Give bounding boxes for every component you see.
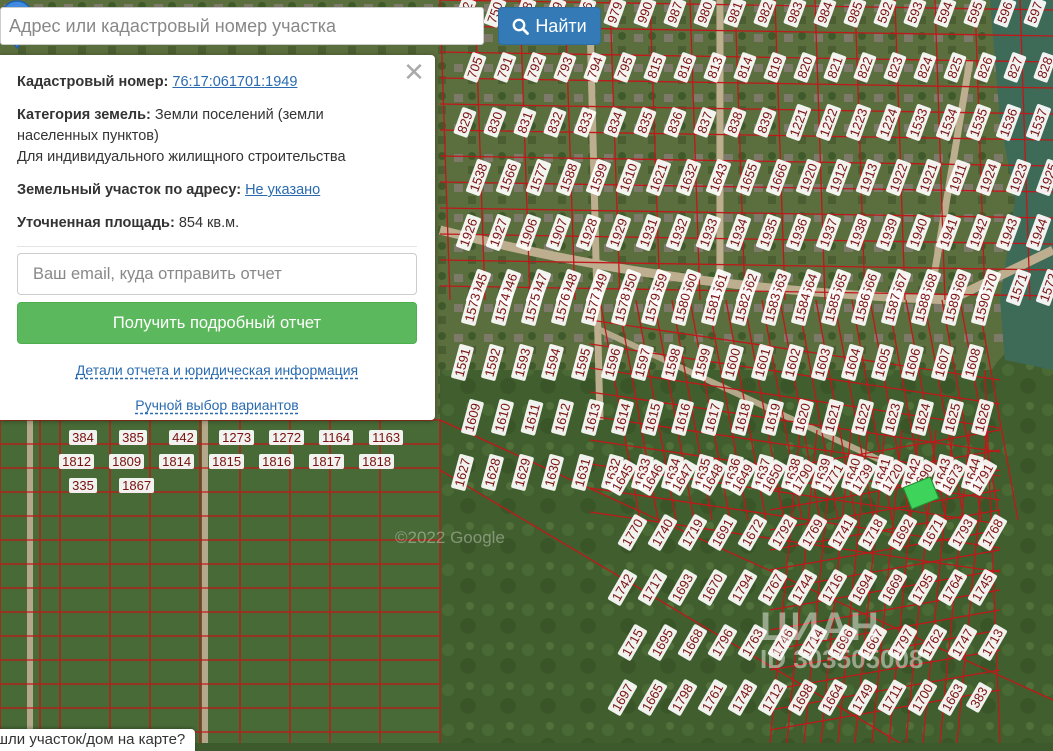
parcel-number-label[interactable]: 1867	[119, 478, 155, 493]
parcel-number-label[interactable]: 1818	[359, 454, 395, 469]
close-icon[interactable]: ✕	[403, 59, 425, 85]
address-value-link[interactable]: Не указано	[245, 182, 320, 198]
area-value: 854 кв.м.	[178, 215, 240, 231]
parcel-number-label[interactable]: 1163	[369, 430, 404, 445]
manual-selection-link[interactable]: Ручной выбор вариантов	[17, 397, 417, 413]
search-input[interactable]	[0, 7, 484, 45]
parcel-number-label[interactable]: 1816	[259, 454, 295, 469]
address-row: Земельный участок по адресу: Не указано	[17, 180, 417, 201]
area-row: Уточненная площадь: 854 кв.м.	[17, 213, 417, 234]
parcel-number-label[interactable]: 1817	[309, 454, 345, 469]
parcel-number-label[interactable]: 1272	[269, 430, 305, 445]
parcel-number-label[interactable]: 1164	[319, 430, 354, 445]
get-report-button[interactable]: Получить подробный отчет	[17, 302, 417, 344]
cadastral-number-label: Кадастровый номер:	[17, 74, 169, 90]
land-category-value-2: населенных пунктов)	[17, 128, 159, 144]
search-button-label: Найти	[535, 15, 587, 36]
search-icon	[512, 18, 530, 35]
land-use-value: Для индивидуального жилищного строительс…	[17, 149, 346, 165]
divider	[17, 246, 417, 247]
email-field[interactable]	[17, 253, 417, 295]
report-details-link[interactable]: Детали отчета и юридическая информация	[17, 362, 417, 378]
parcel-number-label[interactable]: 1809	[109, 454, 145, 469]
parcel-number-label[interactable]: 1273	[219, 430, 255, 445]
land-category-label: Категория земель:	[17, 107, 151, 123]
land-category-row: Категория земель: Земли поселений (земли…	[17, 105, 417, 168]
parcel-number-label[interactable]: 1814	[159, 454, 195, 469]
parcel-number-label[interactable]: 1815	[209, 454, 245, 469]
parcel-number-label[interactable]: 1812	[59, 454, 95, 469]
cadastral-number-row: Кадастровый номер: 76:17:061701:1949	[17, 72, 417, 93]
parcel-number-label[interactable]: 385	[119, 430, 147, 445]
parcel-number-label[interactable]: 442	[169, 430, 197, 445]
address-label: Земельный участок по адресу:	[17, 182, 242, 198]
cadastral-number-link[interactable]: 76:17:061701:1949	[172, 74, 297, 90]
map-hint-text[interactable]: шли участок/дом на карте?	[0, 729, 196, 751]
area-label: Уточненная площадь:	[17, 215, 175, 231]
land-category-value: Земли поселений (земли	[154, 107, 324, 123]
parcel-info-panel: ✕ Кадастровый номер: 76:17:061701:1949 К…	[0, 55, 435, 420]
search-button[interactable]: Найти	[498, 7, 601, 45]
parcel-number-label[interactable]: 335	[69, 478, 97, 493]
parcel-number-label[interactable]: 384	[69, 430, 97, 445]
